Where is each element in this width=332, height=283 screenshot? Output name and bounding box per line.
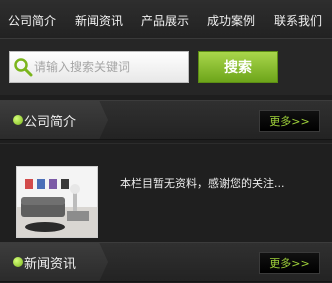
bullet-dot-icon	[13, 257, 23, 267]
more-button[interactable]: 更多>>	[259, 110, 320, 132]
search-button[interactable]: 搜索	[198, 51, 278, 83]
nav-item-products[interactable]: 产品展示	[141, 12, 189, 29]
nav-item-cases[interactable]: 成功案例	[207, 12, 255, 29]
section-title: 公司简介	[24, 115, 77, 130]
living-room-image	[16, 166, 98, 238]
top-nav: 公司简介 新闻资讯 产品展示 成功案例 联系我们	[0, 0, 332, 39]
section-header-company-intro: 公司简介 更多>>	[0, 100, 332, 140]
nav-item-company-intro[interactable]: 公司简介	[8, 12, 56, 29]
search-box	[9, 51, 189, 83]
intro-content: 本栏目暂无资料，感谢您的关注...	[0, 143, 332, 242]
nav-item-contact[interactable]: 联系我们	[274, 12, 322, 29]
nav-item-news[interactable]: 新闻资讯	[75, 12, 123, 29]
intro-text: 本栏目暂无资料，感谢您的关注...	[120, 177, 285, 190]
search-area: 搜索	[0, 39, 332, 95]
search-icon	[14, 58, 33, 77]
more-button[interactable]: 更多>>	[259, 252, 320, 274]
section-title: 新闻资讯	[24, 257, 77, 272]
bullet-dot-icon	[13, 115, 23, 125]
search-input[interactable]	[34, 52, 186, 82]
section-header-news: 新闻资讯 更多>>	[0, 242, 332, 282]
